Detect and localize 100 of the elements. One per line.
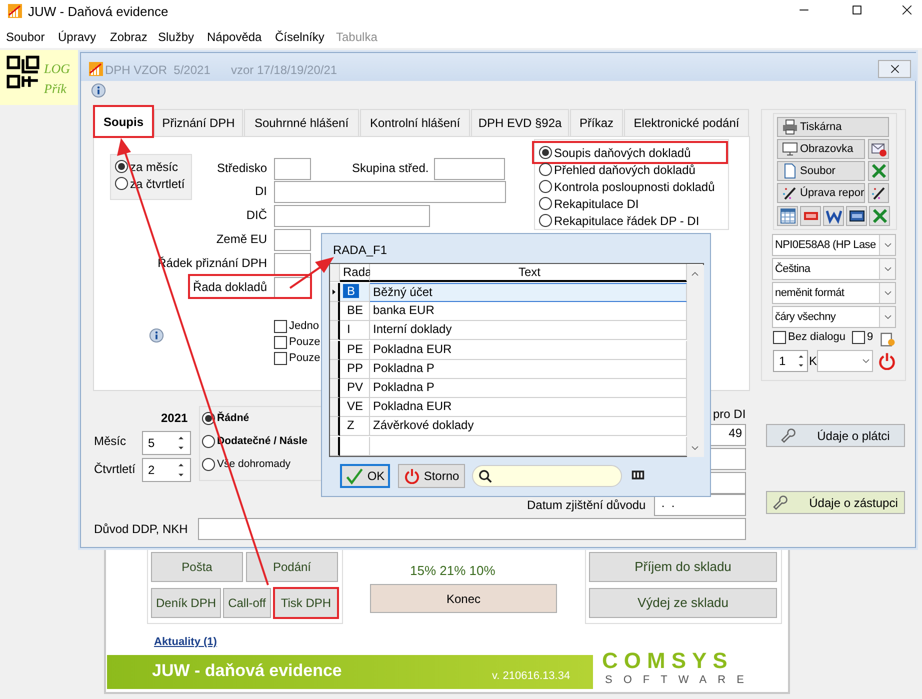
input-field[interactable] <box>434 158 505 180</box>
spin-field[interactable]: 5 <box>142 431 191 455</box>
checkbox[interactable]: Pouze <box>274 336 320 349</box>
power-icon[interactable] <box>878 352 896 370</box>
table-cell[interactable]: BE <box>340 302 370 322</box>
table-cell[interactable]: I <box>340 321 370 340</box>
radio-button[interactable]: Řádné <box>202 412 250 425</box>
input-field[interactable] <box>274 229 311 251</box>
output-button[interactable]: Úprava repor <box>777 183 865 203</box>
input-field[interactable] <box>198 518 746 540</box>
input-field[interactable] <box>274 158 311 180</box>
cancel-button[interactable]: Storno <box>398 464 465 488</box>
tab[interactable]: Přiznání DPH <box>154 109 243 136</box>
table-cell[interactable]: PP <box>340 360 370 379</box>
radio-button[interactable]: Kontrola posloupnosti dokladů <box>539 180 715 193</box>
menu-item[interactable]: Nápověda <box>207 31 262 43</box>
table-cell[interactable]: Pokladna P <box>370 379 687 398</box>
dropdown[interactable]: NPI0E58A8 (HP Lase <box>772 234 896 256</box>
action-button[interactable]: Podání <box>246 552 338 582</box>
input-field[interactable] <box>274 253 311 275</box>
row-header[interactable] <box>330 302 340 322</box>
agent-button[interactable]: Údaje o zástupci <box>766 491 905 514</box>
checkbox[interactable]: Pouze <box>274 352 320 365</box>
table-cell[interactable]: Závěrkové doklady <box>370 417 687 436</box>
action-button[interactable]: Příjem do skladu <box>589 552 777 582</box>
tab[interactable]: Příkaz <box>570 109 623 136</box>
ok-button[interactable]: OK <box>340 464 390 488</box>
radio-button[interactable]: Rekapitulace DI <box>539 197 639 210</box>
action-button[interactable]: Tisk DPH <box>274 588 338 618</box>
row-header[interactable] <box>330 398 340 418</box>
scrollbar[interactable] <box>687 265 704 457</box>
menu-item[interactable]: Číselníky <box>275 31 324 43</box>
table-cell[interactable]: Z <box>340 417 370 436</box>
table-cell[interactable] <box>370 436 687 456</box>
output-button[interactable]: Obrazovka <box>777 139 865 159</box>
menu-item[interactable]: Soubor <box>6 31 45 43</box>
action-button[interactable]: Call-off <box>223 588 271 618</box>
icon-button[interactable] <box>823 206 844 226</box>
tab[interactable]: Elektronické podání <box>624 109 749 136</box>
footer-title: JUW - daňová evidence <box>152 662 342 679</box>
dropdown[interactable]: čáry všechny <box>772 306 896 328</box>
radio-button[interactable]: Soupis daňových dokladů <box>539 146 691 159</box>
exit-button[interactable]: Konec <box>370 584 557 613</box>
output-button[interactable]: Tiskárna <box>777 117 889 137</box>
row-header[interactable] <box>330 436 340 456</box>
payer-button[interactable]: Údaje o plátci <box>766 424 905 447</box>
table-cell[interactable]: Interní doklady <box>370 321 687 340</box>
icon-button[interactable] <box>868 183 889 203</box>
input-field[interactable] <box>274 205 430 227</box>
field-label: Řada dokladů <box>192 281 267 293</box>
table-cell[interactable]: PE <box>340 340 370 360</box>
checkbox[interactable]: Bez dialogu <box>773 331 846 344</box>
table-cell[interactable]: banka EUR <box>370 302 687 322</box>
table-cell[interactable] <box>340 436 370 456</box>
search-field[interactable] <box>472 465 622 487</box>
input-field[interactable]: . . <box>654 494 746 516</box>
row-header[interactable] <box>330 379 340 398</box>
action-button[interactable]: Výdej ze skladu <box>589 588 777 618</box>
row-header[interactable] <box>330 283 340 302</box>
menu-item[interactable]: Služby <box>158 31 194 43</box>
row-header[interactable] <box>330 321 340 340</box>
tab[interactable]: DPH EVD §92a <box>471 109 569 136</box>
table-cell[interactable]: Běžný účet <box>370 283 687 302</box>
tab[interactable]: Souhrnné hlášení <box>244 109 359 136</box>
news-link[interactable]: Aktuality (1) <box>154 637 217 648</box>
table-cell[interactable]: Pokladna EUR <box>370 340 687 360</box>
spin-field[interactable]: 2 <box>142 458 191 482</box>
input-field[interactable] <box>274 181 506 203</box>
info-icon[interactable] <box>149 328 164 343</box>
icon-button[interactable] <box>846 206 867 226</box>
field-label: pro DI <box>713 408 746 420</box>
output-button[interactable]: Soubor <box>777 161 865 181</box>
action-button[interactable]: Deník DPH <box>151 588 221 618</box>
table-cell[interactable]: PV <box>340 379 370 398</box>
keyboard-icon[interactable] <box>629 468 647 482</box>
menu-item[interactable]: Zobraz <box>110 31 148 43</box>
close-icon[interactable] <box>900 3 914 17</box>
column-header: Text <box>370 264 687 282</box>
table-cell[interactable]: Pokladna P <box>370 360 687 379</box>
tab[interactable]: Soupis <box>94 106 153 137</box>
action-button[interactable]: Pošta <box>151 552 243 582</box>
radio-button[interactable]: Přehled daňových dokladů <box>539 163 696 176</box>
row-header[interactable] <box>330 340 340 360</box>
dropdown[interactable]: Čeština <box>772 258 896 280</box>
info-icon[interactable] <box>91 83 106 98</box>
table-cell[interactable]: Pokladna EUR <box>370 398 687 418</box>
tab[interactable]: Kontrolní hlášení <box>360 109 470 136</box>
dialog-title: RADA_F1 <box>333 244 388 256</box>
checkbox[interactable]: Jedno <box>274 320 319 333</box>
table-cell[interactable]: VE <box>340 398 370 418</box>
data-grid[interactable]: Rada Text B Běžný účet BE banka EUR I Interní doklady PE Pokladna EUR PP Pokladna P PV Pokladna P VE Pokladna EUR Z Závěrkové doklady <box>329 263 704 457</box>
maximize-icon[interactable] <box>850 3 864 17</box>
close-button[interactable] <box>878 60 911 78</box>
spin-field[interactable]: 1 <box>773 350 808 372</box>
menu-item[interactable]: Úpravy <box>58 31 96 43</box>
row-header[interactable] <box>330 360 340 379</box>
row-header[interactable] <box>330 417 340 436</box>
radio-button[interactable]: Rekapitulace řádek DP - DI <box>539 214 700 227</box>
table-cell[interactable]: B <box>340 283 370 302</box>
dropdown[interactable]: neměnit formát <box>772 282 896 304</box>
